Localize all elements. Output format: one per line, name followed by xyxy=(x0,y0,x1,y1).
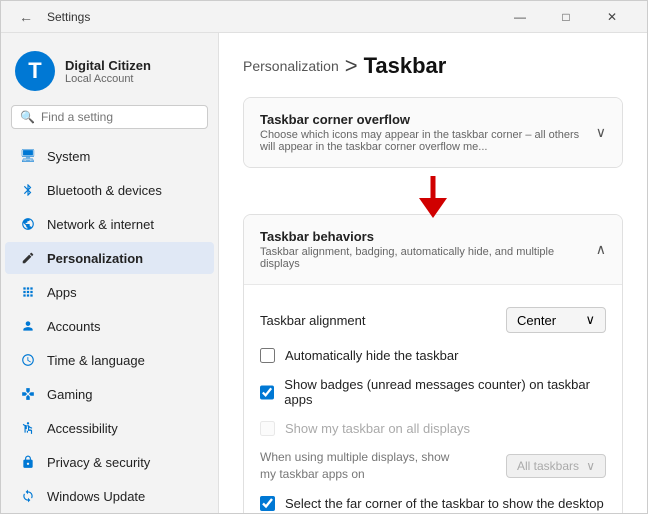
breadcrumb-separator: > xyxy=(345,53,358,79)
corner-overflow-title: Taskbar corner overflow xyxy=(260,112,596,127)
breadcrumb-parent: Personalization xyxy=(243,58,339,74)
search-input[interactable] xyxy=(41,110,199,124)
accounts-icon xyxy=(19,317,37,335)
accessibility-icon xyxy=(19,419,37,437)
close-button[interactable]: ✕ xyxy=(589,1,635,33)
auto-hide-row: Automatically hide the taskbar xyxy=(260,341,606,370)
bluetooth-icon xyxy=(19,181,37,199)
network-icon xyxy=(19,215,37,233)
all-displays-row: Show my taskbar on all displays xyxy=(260,414,606,443)
select-far-corner-row: Select the far corner of the taskbar to … xyxy=(260,489,606,513)
multiple-displays-row: When using multiple displays, show my ta… xyxy=(260,443,606,489)
sidebar-item-label: Accounts xyxy=(47,319,100,334)
settings-window: ← Settings — □ ✕ T Digital Citizen Local… xyxy=(0,0,648,514)
system-icon: 🖥 xyxy=(19,147,37,165)
title-bar-title: Settings xyxy=(47,10,90,24)
corner-overflow-title-group: Taskbar corner overflow Choose which ico… xyxy=(260,112,596,153)
alignment-dropdown[interactable]: Center ∨ xyxy=(506,307,606,333)
sidebar-item-label: Bluetooth & devices xyxy=(47,183,162,198)
sidebar-item-personalization[interactable]: Personalization xyxy=(5,242,214,274)
sidebar-item-bluetooth[interactable]: Bluetooth & devices xyxy=(5,174,214,206)
show-badges-checkbox[interactable] xyxy=(260,385,274,400)
sidebar-item-gaming[interactable]: Gaming xyxy=(5,378,214,410)
breadcrumb-current: Taskbar xyxy=(364,53,447,79)
title-bar: ← Settings — □ ✕ xyxy=(1,1,647,33)
sidebar: T Digital Citizen Local Account 🔍 🖥 Syst… xyxy=(1,33,219,513)
behaviors-subtitle: Taskbar alignment, badging, automaticall… xyxy=(260,246,596,270)
sidebar-item-apps[interactable]: Apps xyxy=(5,276,214,308)
main-panel: Personalization > Taskbar Taskbar corner… xyxy=(219,33,647,513)
title-bar-left: ← Settings xyxy=(13,7,90,27)
far-corner-checkbox[interactable] xyxy=(260,496,275,511)
sidebar-item-label: Apps xyxy=(47,285,77,300)
far-corner-label: Select the far corner of the taskbar to … xyxy=(285,496,604,511)
alignment-label: Taskbar alignment xyxy=(260,313,366,328)
corner-overflow-header[interactable]: Taskbar corner overflow Choose which ico… xyxy=(244,98,622,167)
profile-name: Digital Citizen xyxy=(65,58,151,73)
profile-subtitle: Local Account xyxy=(65,73,151,85)
behaviors-chevron: ∧ xyxy=(596,241,606,258)
sidebar-item-label: Accessibility xyxy=(47,421,118,436)
show-badges-label: Show badges (unread messages counter) on… xyxy=(284,377,606,407)
avatar: T xyxy=(15,51,55,91)
sidebar-item-time[interactable]: Time & language xyxy=(5,344,214,376)
behaviors-title-group: Taskbar behaviors Taskbar alignment, bad… xyxy=(260,229,596,270)
behaviors-title: Taskbar behaviors xyxy=(260,229,596,244)
maximize-button[interactable]: □ xyxy=(543,1,589,33)
auto-hide-checkbox[interactable] xyxy=(260,348,275,363)
multiple-displays-chevron-icon: ∨ xyxy=(586,459,595,473)
auto-hide-label: Automatically hide the taskbar xyxy=(285,348,458,363)
personalization-icon xyxy=(19,249,37,267)
multiple-displays-label: When using multiple displays, show my ta… xyxy=(260,449,460,483)
sidebar-item-label: Privacy & security xyxy=(47,455,150,470)
profile-info: Digital Citizen Local Account xyxy=(65,58,151,85)
time-icon xyxy=(19,351,37,369)
breadcrumb: Personalization > Taskbar xyxy=(243,53,623,79)
sidebar-item-accounts[interactable]: Accounts xyxy=(5,310,214,342)
privacy-icon xyxy=(19,453,37,471)
minimize-button[interactable]: — xyxy=(497,1,543,33)
sidebar-item-label: System xyxy=(47,149,90,164)
search-icon: 🔍 xyxy=(20,110,35,124)
back-button[interactable]: ← xyxy=(13,7,39,27)
show-badges-row: Show badges (unread messages counter) on… xyxy=(260,370,606,414)
gaming-icon xyxy=(19,385,37,403)
alignment-value: Center xyxy=(517,313,556,328)
sidebar-item-system[interactable]: 🖥 System xyxy=(5,140,214,172)
title-bar-controls: — □ ✕ xyxy=(497,1,635,33)
behaviors-header[interactable]: Taskbar behaviors Taskbar alignment, bad… xyxy=(244,215,622,284)
sidebar-item-label: Windows Update xyxy=(47,489,145,504)
apps-icon xyxy=(19,283,37,301)
sidebar-item-accessibility[interactable]: Accessibility xyxy=(5,412,214,444)
update-icon xyxy=(19,487,37,505)
content-area: T Digital Citizen Local Account 🔍 🖥 Syst… xyxy=(1,33,647,513)
sidebar-item-label: Personalization xyxy=(47,251,143,266)
corner-overflow-chevron: ∨ xyxy=(596,124,606,141)
alignment-row: Taskbar alignment Center ∨ xyxy=(260,299,606,341)
sidebar-item-update[interactable]: Windows Update xyxy=(5,480,214,512)
all-displays-label: Show my taskbar on all displays xyxy=(285,421,470,436)
sidebar-item-label: Gaming xyxy=(47,387,93,402)
behaviors-body: Taskbar alignment Center ∨ Automatically… xyxy=(244,284,622,513)
alignment-chevron-icon: ∨ xyxy=(585,312,595,328)
corner-overflow-subtitle: Choose which icons may appear in the tas… xyxy=(260,129,596,153)
sidebar-item-network[interactable]: Network & internet xyxy=(5,208,214,240)
multiple-displays-dropdown: All taskbars ∨ xyxy=(506,454,606,478)
corner-overflow-section: Taskbar corner overflow Choose which ico… xyxy=(243,97,623,168)
profile-section: T Digital Citizen Local Account xyxy=(1,41,218,105)
multiple-displays-value: All taskbars xyxy=(517,459,579,473)
sidebar-item-privacy[interactable]: Privacy & security xyxy=(5,446,214,478)
all-displays-checkbox[interactable] xyxy=(260,421,275,436)
sidebar-item-label: Network & internet xyxy=(47,217,154,232)
sidebar-item-label: Time & language xyxy=(47,353,145,368)
search-box[interactable]: 🔍 xyxy=(11,105,208,129)
behaviors-section: Taskbar behaviors Taskbar alignment, bad… xyxy=(243,214,623,513)
red-arrow-annotation xyxy=(413,174,453,218)
